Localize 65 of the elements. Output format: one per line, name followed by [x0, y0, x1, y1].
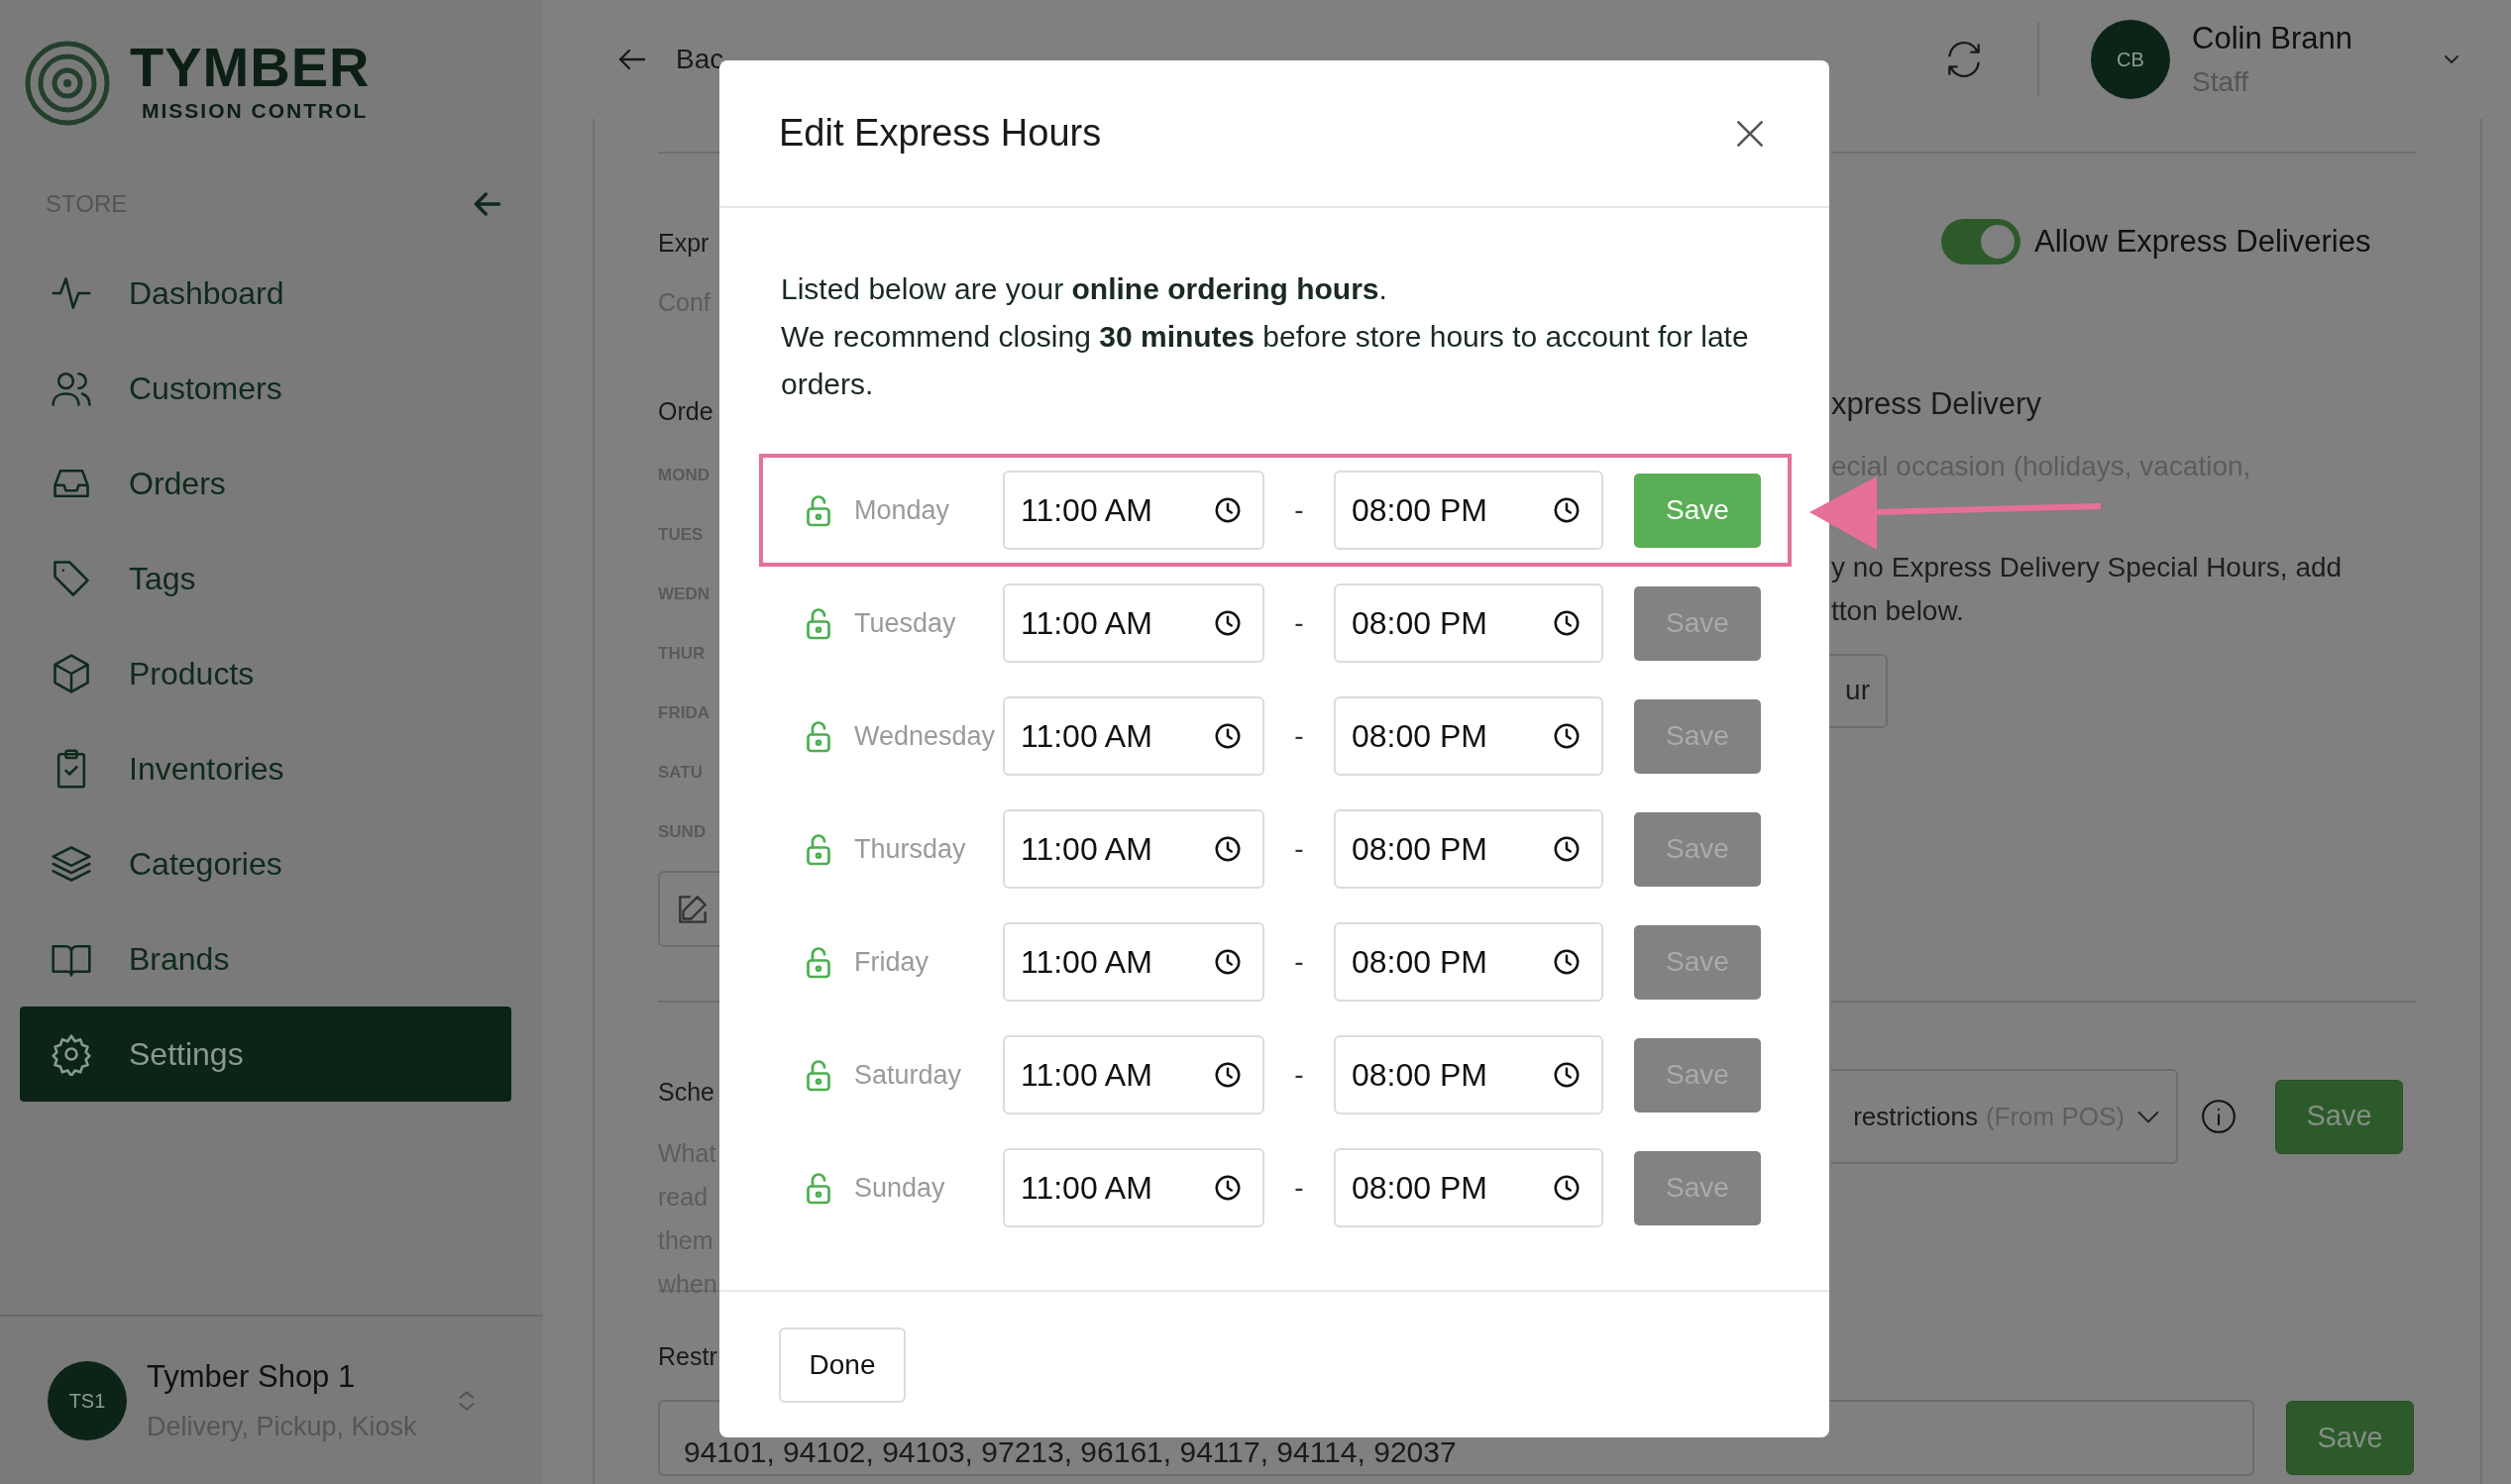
day-label: Saturday [854, 1058, 963, 1092]
intro-text: We recommend closing 30 minutes before store hours to account for late orders. [781, 319, 1750, 402]
nav-item[interactable]: Products [20, 625, 511, 721]
nav-item[interactable]: Dashboard [20, 245, 511, 341]
nav-item[interactable]: Brands [20, 910, 511, 1007]
nav-item[interactable]: Categories [20, 815, 511, 911]
clock-icon [1213, 834, 1243, 864]
toggle-label: Allow Express Deliveries [2034, 223, 2371, 261]
day-label: Sunday [854, 1171, 946, 1205]
toggle-switch[interactable] [1941, 219, 2020, 265]
clock-icon [1552, 834, 1582, 864]
end-time-field[interactable]: 08:00 PM [1334, 471, 1603, 550]
time-separator: - [1293, 1171, 1305, 1205]
start-time-field[interactable]: 11:00 AM [1003, 471, 1264, 550]
section-heading: Sche [658, 1077, 715, 1108]
logo-subtitle: MISSION CONTROL [142, 98, 370, 124]
clock-icon [1213, 1060, 1243, 1090]
back-link[interactable]: Bac [614, 39, 724, 80]
time-separator: - [1293, 719, 1305, 753]
section-heading: Orde [658, 396, 714, 427]
day-label: Thursday [854, 832, 967, 866]
info-text: y no Express Delivery Special Hours, add tton below. [1831, 550, 2344, 628]
clock-icon [1213, 947, 1243, 977]
modal-title: Edit Express Hours [779, 111, 1102, 156]
save-button[interactable]: Save [1634, 473, 1761, 548]
user-avatar: CB [2091, 20, 2170, 99]
store-name: Tymber Shop 1 [147, 1358, 357, 1396]
store-avatar: TS1 [48, 1360, 127, 1440]
logo-title: TYMBER [130, 40, 371, 95]
save-button[interactable]: Save [2286, 1401, 2414, 1475]
day-label: Wednesday [854, 719, 997, 753]
nav-item[interactable]: Inventories [20, 720, 511, 816]
day-label: Friday [854, 945, 929, 979]
time-separator: - [1293, 493, 1305, 527]
time-separator: - [1293, 832, 1305, 866]
clock-icon [1552, 1173, 1582, 1203]
section-heading: Restr [658, 1341, 718, 1372]
nav-item[interactable]: Settings [20, 1006, 511, 1102]
intro-text: Listed below are your online ordering hours. [781, 271, 1388, 307]
time-separator: - [1293, 606, 1305, 640]
time-separator: - [1293, 1058, 1305, 1092]
zip-codes-field[interactable]: 94101, 94102, 94103, 97213, 96161, 94117, 94114, 92037 [658, 1400, 2254, 1476]
clock-icon [1213, 608, 1243, 638]
nav-item[interactable]: Orders [20, 435, 511, 531]
clock-icon [1552, 947, 1582, 977]
nav-item[interactable]: Customers [20, 340, 511, 436]
clock-icon [1552, 608, 1582, 638]
clock-icon [1213, 721, 1243, 751]
clock-icon [1213, 495, 1243, 525]
clock-icon [1552, 721, 1582, 751]
clock-icon [1552, 1060, 1582, 1090]
save-button[interactable]: Save [2275, 1079, 2403, 1154]
done-button[interactable]: Done [779, 1327, 906, 1403]
time-separator: - [1293, 945, 1305, 979]
clock-icon [1213, 1173, 1243, 1203]
logo-icon [25, 40, 110, 126]
day-label: Monday [854, 493, 951, 527]
section-heading: xpress Delivery [1831, 384, 2042, 423]
nav-item[interactable]: Tags [20, 530, 511, 626]
info-icon[interactable] [2200, 1098, 2238, 1135]
day-label: Tuesday [854, 606, 957, 640]
clock-icon [1552, 495, 1582, 525]
section-heading: Expr [658, 228, 710, 259]
settings-icon [50, 1031, 93, 1076]
user-name: Colin Brann [2192, 19, 2353, 57]
